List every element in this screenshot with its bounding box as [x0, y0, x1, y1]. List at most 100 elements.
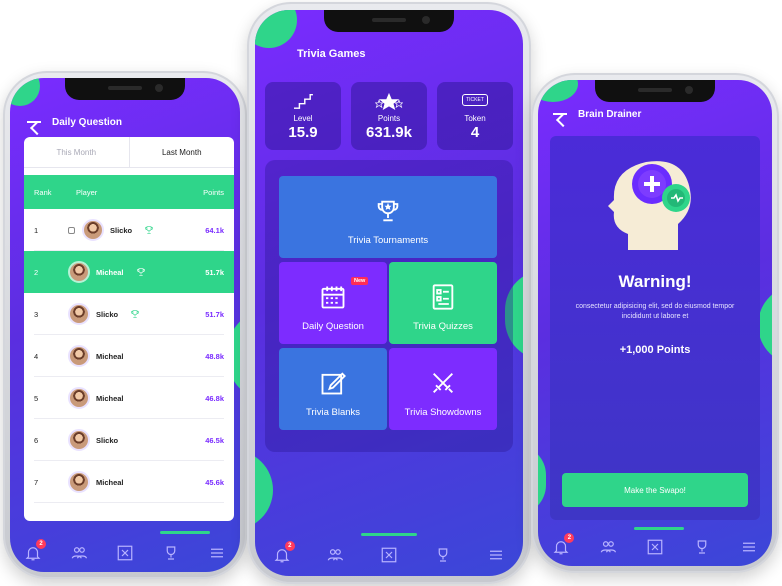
menu-icon[interactable]: [487, 546, 505, 564]
player-name: Micheal: [96, 393, 124, 403]
phone-notch: [595, 80, 715, 102]
avatar: [82, 219, 104, 241]
tile-trivia-quizzes[interactable]: Trivia Quizzes: [389, 262, 497, 344]
decor-shape: [255, 10, 297, 48]
tile-label: Trivia Blanks: [305, 407, 361, 418]
leaderboard-rows: 1 Slicko 64.1k 2 Micheal 51.7k 3 Slicko 51.7k 4 Mi…: [24, 209, 234, 503]
bell-icon[interactable]: 2: [273, 541, 295, 564]
warning-card: Warning! consectetur adipisicing elit, s…: [550, 136, 760, 520]
stat-value: 631.9k: [366, 124, 412, 141]
users-icon[interactable]: [70, 544, 88, 562]
users-icon[interactable]: [599, 538, 617, 556]
tile-trivia-showdowns[interactable]: Trivia Showdowns: [389, 348, 497, 430]
column-header-points: Points: [203, 187, 224, 197]
tile-label: Trivia Showdowns: [404, 407, 482, 418]
bell-icon[interactable]: 2: [552, 533, 575, 556]
tile-trivia-blanks[interactable]: Trivia Blanks: [279, 348, 387, 430]
player-cell: Micheal: [68, 471, 184, 493]
trophy-icon[interactable]: [162, 544, 180, 562]
rank-cell: 3: [34, 309, 39, 319]
menu-icon[interactable]: [208, 544, 226, 562]
active-tab-indicator: [634, 527, 684, 530]
points-cell: 46.5k: [205, 435, 224, 445]
trophy-icon: [136, 267, 146, 277]
bottom-nav: 2: [538, 532, 772, 562]
trophy-icon: [377, 200, 399, 222]
ticket-icon: TICKET: [437, 92, 513, 112]
table-row[interactable]: 5 Micheal 46.8k: [24, 377, 234, 419]
trivia-games-screen: Trivia Games Level 15.9 Points 631.9k TI…: [255, 10, 523, 576]
menu-icon[interactable]: [740, 538, 758, 556]
users-icon[interactable]: [326, 546, 344, 564]
stat-card-token: TICKET Token 4: [437, 82, 513, 150]
player-name: Slicko: [110, 225, 133, 235]
avatar: [68, 303, 90, 325]
rank-cell: 4: [34, 351, 39, 361]
rank-cell: 1: [34, 225, 39, 235]
stat-card-points: Points 631.9k: [351, 82, 427, 150]
tile-daily-question[interactable]: New Daily Question: [279, 262, 387, 344]
tile-label: Trivia Tournaments: [347, 235, 429, 246]
points-cell: 51.7k: [205, 267, 224, 277]
rank-cell: 7: [34, 477, 39, 487]
swap-icon[interactable]: [646, 538, 664, 556]
notification-badge: 2: [284, 541, 295, 551]
games-grid: Trivia Tournaments New Daily Question Tr…: [265, 160, 513, 452]
table-row[interactable]: 2 Micheal 51.7k: [24, 251, 234, 293]
tab-last-month[interactable]: Last Month: [128, 137, 235, 167]
stairs-icon: [265, 92, 341, 112]
tile-trivia-tournaments[interactable]: Trivia Tournaments: [279, 176, 497, 258]
phone-notch: [324, 10, 454, 32]
make-the-swap-button[interactable]: Make the Swapo!: [562, 473, 748, 507]
player-name: Micheal: [96, 477, 124, 487]
back-arrow-icon[interactable]: [552, 108, 568, 120]
mockup-stage: Daily Question This Month Last Month Ran…: [0, 0, 782, 586]
avatar: [68, 261, 90, 283]
stat-label: Points: [377, 114, 401, 123]
leaderboard-card: This Month Last Month Rank Player Points…: [24, 137, 234, 521]
player-cell: Slicko: [68, 219, 184, 241]
warning-title: Warning!: [618, 272, 692, 291]
bottom-nav: 2: [10, 538, 240, 568]
notification-badge: 2: [36, 539, 46, 549]
trophy-icon[interactable]: [693, 538, 711, 556]
table-header: Rank Player Points: [24, 175, 234, 209]
player-name: Slicko: [96, 435, 119, 445]
leaderboard-tabs: This Month Last Month: [24, 137, 234, 168]
table-row[interactable]: 4 Micheal 48.8k: [24, 335, 234, 377]
stat-label: Token: [464, 114, 486, 123]
stat-value: 15.9: [288, 124, 318, 141]
stars-icon: [351, 92, 427, 112]
notification-badge: 2: [564, 533, 575, 543]
tile-label: Trivia Quizzes: [413, 321, 473, 332]
phone-right: Brain Drainer Warning! consectetur adipi…: [531, 73, 779, 573]
tab-this-month[interactable]: This Month: [24, 137, 129, 167]
phone-notch: [65, 78, 185, 100]
trophy-icon[interactable]: [434, 546, 452, 564]
table-row[interactable]: 1 Slicko 64.1k: [24, 209, 234, 251]
player-cell: Slicko: [68, 429, 184, 451]
brain-head-illustration: [608, 161, 691, 250]
points-cell: 51.7k: [205, 309, 224, 319]
table-row[interactable]: 6 Slicko 46.5k: [24, 419, 234, 461]
lock-icon: [68, 226, 75, 234]
page-title: Brain Drainer: [578, 108, 642, 120]
player-cell: Micheal: [68, 261, 184, 283]
avatar: [68, 471, 90, 493]
table-row[interactable]: 3 Slicko 51.7k: [24, 293, 234, 335]
rank-cell: 5: [34, 393, 39, 403]
avatar: [68, 429, 90, 451]
calendar-icon: [321, 286, 345, 309]
swap-icon[interactable]: [380, 546, 398, 564]
avatar: [68, 345, 90, 367]
points-cell: 64.1k: [205, 225, 224, 235]
points-cell: 46.8k: [205, 393, 224, 403]
page-title: Daily Question: [52, 116, 123, 128]
phone-center: Trivia Games Level 15.9 Points 631.9k TI…: [247, 2, 531, 584]
new-badge: New: [351, 277, 369, 285]
table-row[interactable]: 7 Micheal 45.6k: [24, 461, 234, 503]
column-header-rank: Rank: [34, 187, 52, 197]
back-arrow-icon[interactable]: [26, 116, 42, 128]
swap-icon[interactable]: [116, 544, 134, 562]
bell-icon[interactable]: 2: [24, 539, 46, 562]
